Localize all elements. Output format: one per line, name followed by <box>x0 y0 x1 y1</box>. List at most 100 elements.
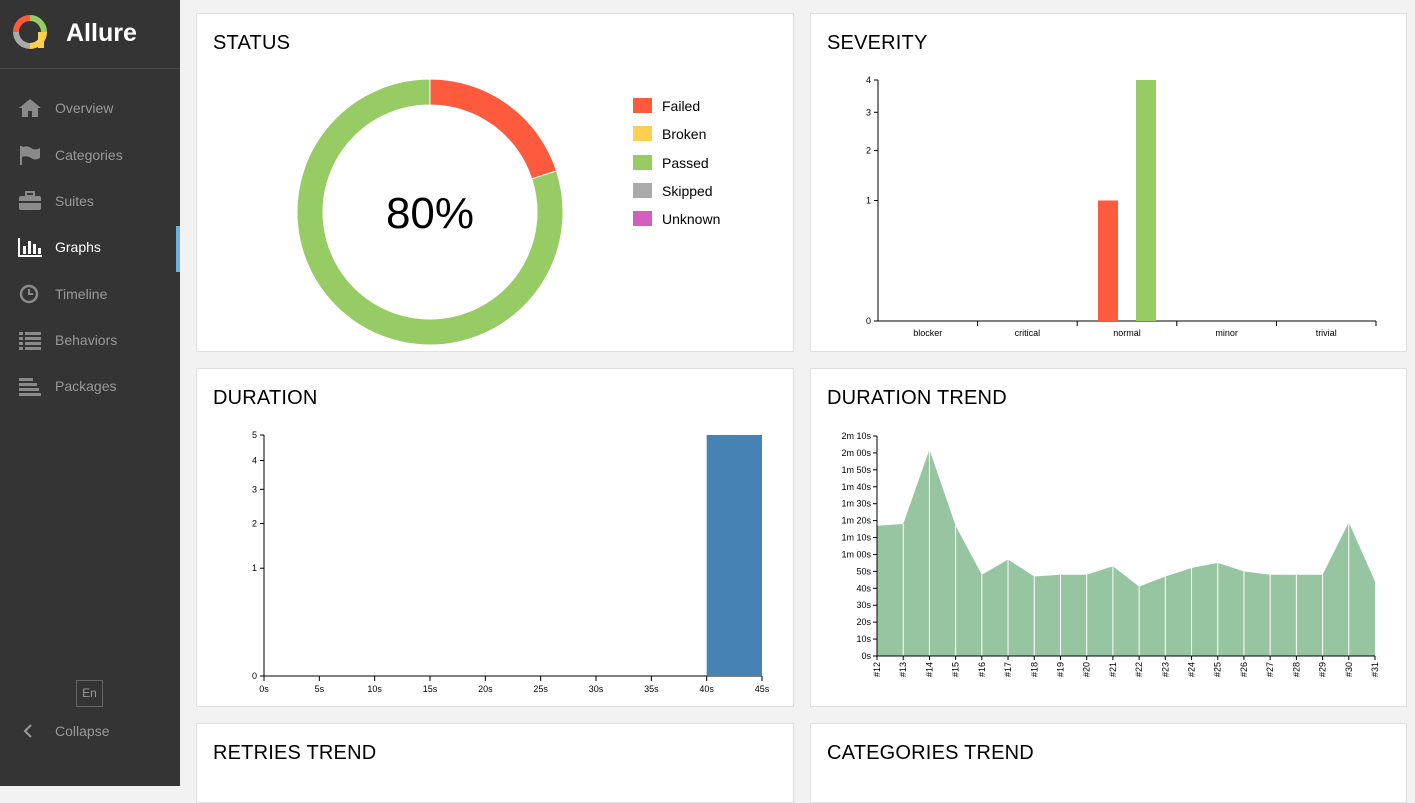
x-tick-label: #12 <box>872 662 882 677</box>
sidebar-item-label: Behaviors <box>55 332 118 348</box>
duration-bar <box>706 435 762 676</box>
x-tick-label: #21 <box>1108 662 1118 677</box>
legend-swatch <box>633 211 652 227</box>
x-tick-label: #20 <box>1082 662 1092 677</box>
x-tick-label: #29 <box>1318 662 1328 677</box>
y-tick-label: 2m 10s <box>841 431 871 441</box>
x-tick-label: #22 <box>1134 662 1144 677</box>
collapse-label: Collapse <box>55 723 110 739</box>
sidebar-item-overview[interactable]: Overview <box>0 87 180 129</box>
y-tick-label: 20s <box>856 617 871 627</box>
x-tick-label: 40s <box>699 684 714 694</box>
x-tick-label: 45s <box>755 684 770 694</box>
duration-trend-area <box>877 449 1375 656</box>
y-tick-label: 1 <box>866 196 871 206</box>
legend-swatch <box>633 98 652 113</box>
status-percentage: 80% <box>386 189 474 238</box>
legend-swatch <box>633 126 652 142</box>
legend-swatch <box>633 182 652 198</box>
x-tick-label: 25s <box>533 684 548 694</box>
sidebar-item-timeline[interactable]: Timeline <box>0 273 180 315</box>
card-title: CATEGORIES TREND <box>827 742 1034 764</box>
clock-icon <box>19 284 39 304</box>
y-tick-label: 30s <box>856 600 871 610</box>
sidebar-item-behaviors[interactable]: Behaviors <box>0 319 180 361</box>
sidebar-item-label: Timeline <box>55 286 108 302</box>
sidebar-item-label: Overview <box>55 100 114 116</box>
sidebar-item-categories[interactable]: Categories <box>0 134 180 176</box>
y-tick-label: 1m 50s <box>841 465 871 475</box>
x-tick-label: 0s <box>259 684 269 694</box>
sidebar: Allure Overview Categories Suites Graphs… <box>0 0 180 786</box>
x-tick-label-blocker: blocker <box>913 328 942 338</box>
x-tick-label-normal: normal <box>1113 328 1141 338</box>
x-tick-label: #28 <box>1291 662 1301 677</box>
align-left-icon <box>19 378 41 396</box>
pie-slice-failed <box>429 78 558 180</box>
x-tick-label: #23 <box>1160 662 1170 677</box>
y-tick-label: 0 <box>866 316 871 326</box>
x-tick-label: 15s <box>423 684 438 694</box>
retries-trend-card: RETRIES TREND <box>196 723 794 803</box>
severity-bar-failed-normal <box>1098 200 1118 321</box>
y-tick-label: 4 <box>252 455 257 465</box>
y-tick-label: 2 <box>252 519 257 529</box>
card-title: RETRIES TREND <box>213 742 377 764</box>
x-tick-label-trivial: trivial <box>1316 328 1337 338</box>
x-tick-label: #17 <box>1003 662 1013 677</box>
x-tick-label: 35s <box>644 684 659 694</box>
legend-label: Passed <box>662 154 709 171</box>
x-tick-label-critical: critical <box>1015 328 1041 338</box>
app-name: Allure <box>66 19 137 47</box>
chevron-left-icon <box>23 724 32 738</box>
x-tick-label-minor: minor <box>1215 328 1238 338</box>
duration-trend-area-chart: 0s 10s 20s 30s 40s 50s 1m 00s 1m 10s 1m 20s 1m 30… <box>841 431 1380 677</box>
y-tick-label: 3 <box>252 484 257 494</box>
sidebar-item-label: Suites <box>55 193 94 209</box>
y-tick-label: 4 <box>866 75 871 85</box>
y-tick-label: 0s <box>861 651 871 661</box>
sidebar-item-label: Categories <box>55 147 123 163</box>
brand: Allure <box>0 0 180 69</box>
bar-chart-icon <box>18 238 42 257</box>
categories-trend-card: CATEGORIES TREND <box>810 723 1407 803</box>
sidebar-item-label: Packages <box>55 378 117 394</box>
collapse-button[interactable]: Collapse <box>0 718 180 744</box>
x-tick-label: #25 <box>1213 662 1223 677</box>
sidebar-item-graphs[interactable]: Graphs <box>0 226 180 272</box>
y-tick-label: 1m 20s <box>841 516 871 526</box>
x-tick-label: 30s <box>589 684 604 694</box>
y-tick-label: 1m 30s <box>841 499 871 509</box>
y-tick-label: 3 <box>866 107 871 117</box>
duration-card: DURATION 0 1 2 3 4 5 0s 5s 10s 15s 20s 25s 30s 35s 40s… <box>196 368 794 707</box>
y-tick-label: 40s <box>856 583 871 593</box>
y-tick-label: 1 <box>252 563 257 573</box>
x-tick-label: #15 <box>951 662 961 677</box>
x-tick-label: #24 <box>1187 662 1197 677</box>
sidebar-item-packages[interactable]: Packages <box>0 365 180 407</box>
x-tick-label: #31 <box>1370 662 1380 677</box>
x-tick-label: #13 <box>898 662 908 677</box>
legend-label: Skipped <box>662 182 713 199</box>
y-tick-label: 1m 00s <box>841 549 871 559</box>
duration-histogram: 0 1 2 3 4 5 0s 5s 10s 15s 20s 25s 30s 35s 40s 45s <box>252 430 770 694</box>
x-tick-label: #30 <box>1344 662 1354 677</box>
sidebar-item-suites[interactable]: Suites <box>0 180 180 222</box>
y-tick-label: 2 <box>866 146 871 156</box>
flag-icon <box>20 146 40 165</box>
y-tick-label: 10s <box>856 634 871 644</box>
x-tick-label: #16 <box>977 662 987 677</box>
x-tick-label: #19 <box>1055 662 1065 677</box>
duration-trend-card: DURATION TREND 0s 10s 20s 30s 40s 50s 1m 00s 1m… <box>810 368 1407 707</box>
home-icon <box>19 99 41 117</box>
legend-label: Unknown <box>662 211 721 228</box>
sidebar-item-label: Graphs <box>55 239 101 255</box>
language-button[interactable]: En <box>76 680 103 707</box>
severity-bar-passed-normal <box>1136 80 1156 321</box>
y-tick-label: 1m 40s <box>841 482 871 492</box>
x-tick-label: #18 <box>1029 662 1039 677</box>
severity-card: SEVERITY 0 1 2 3 4 blocker critical normal minor… <box>810 13 1407 352</box>
x-tick-label: #14 <box>924 662 934 677</box>
allure-logo-icon <box>13 15 47 49</box>
legend-label: Failed <box>662 98 701 114</box>
